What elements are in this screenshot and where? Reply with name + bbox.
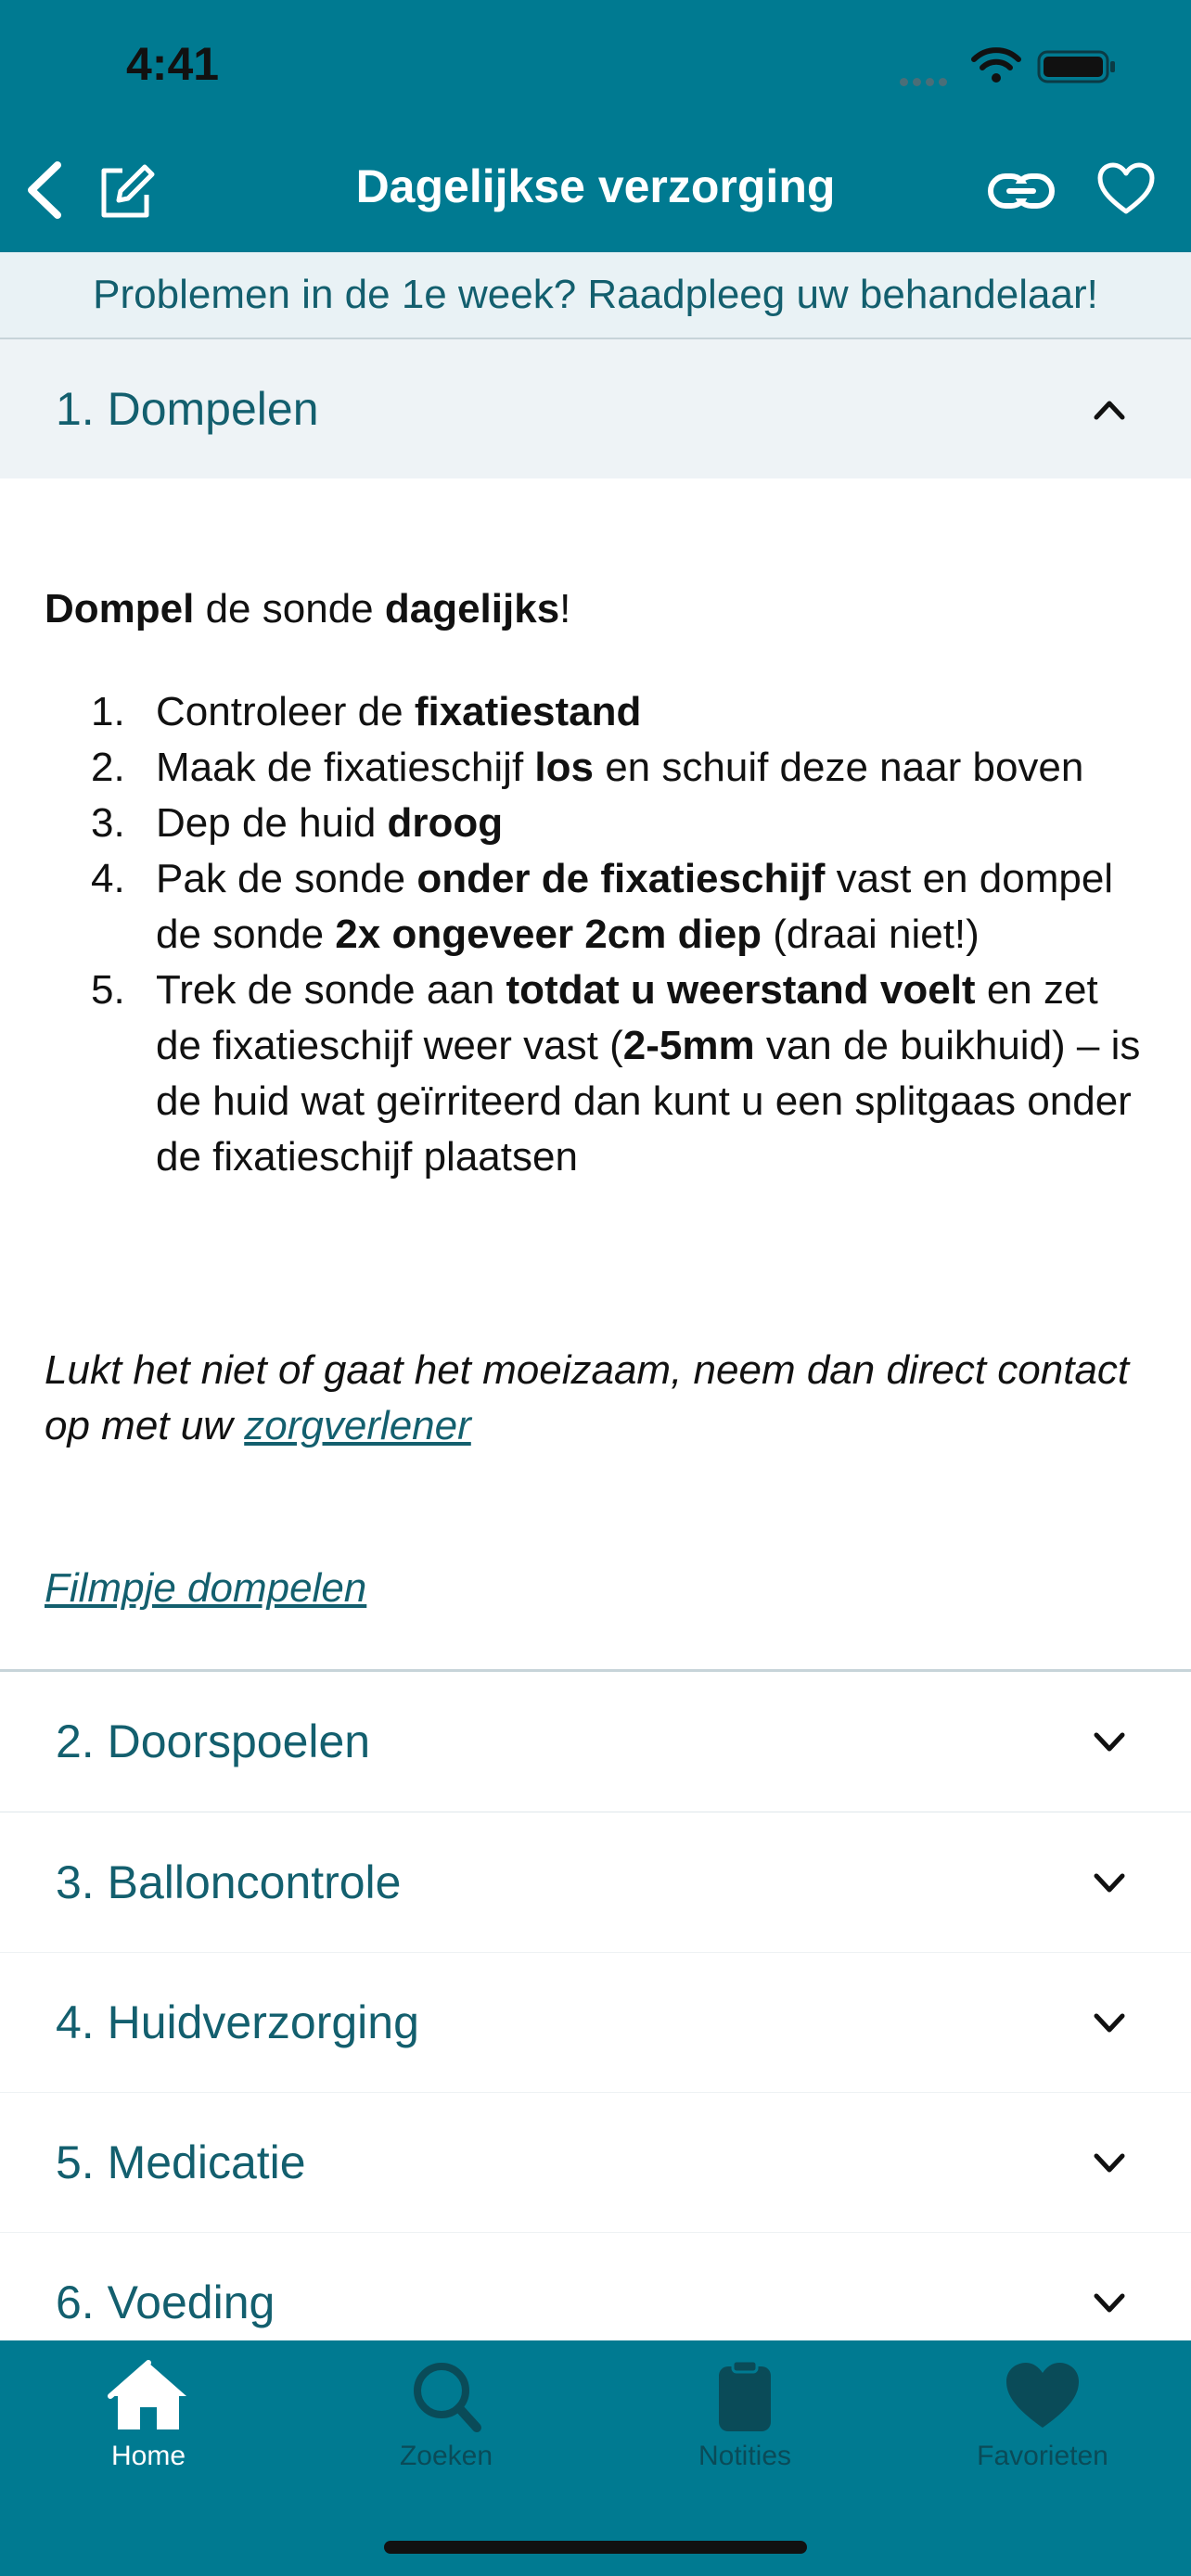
tab-search[interactable]: Zoeken [344, 2359, 548, 2498]
step-number: 2. [91, 745, 125, 790]
bold-text: droog [387, 800, 504, 846]
cellular-signal-icon [900, 74, 957, 86]
tab-label: Favorieten [977, 2441, 1108, 2471]
bold-text: dagelijks [384, 586, 560, 631]
tab-label: Zoeken [399, 2441, 493, 2471]
text: en schuif deze naar boven [593, 745, 1084, 790]
text: de sonde [194, 586, 385, 631]
step-number: 5. [91, 967, 125, 1013]
text: Maak de fixatieschijf [156, 745, 535, 790]
bold-text: 2-5mm [622, 1023, 755, 1068]
search-icon [414, 2363, 481, 2432]
text: (draai niet!) [762, 912, 980, 957]
share-link-button[interactable] [987, 165, 1056, 217]
text: Dep de huid [156, 800, 388, 846]
text: ! [559, 586, 571, 631]
step-number: 3. [91, 800, 125, 846]
accordion-title: 3. Balloncontrole [56, 1856, 402, 1908]
video-link[interactable]: Filmpje dompelen [45, 1565, 366, 1612]
steps-list: 1. Controleer de fixatiestand 2. Maak de fi… [45, 684, 1148, 1185]
chevron-down-icon [1094, 2153, 1125, 2173]
chevron-down-icon [1094, 2293, 1125, 2313]
accordion-item-huidverzorging[interactable]: 4. Huidverzorging [0, 1953, 1191, 2094]
status-time: 4:41 [126, 38, 220, 90]
home-indicator [384, 2541, 807, 2554]
step-item: 4. Pak de sonde onder de fixatieschijf va… [45, 851, 1148, 963]
accordion-item-doorspoelen[interactable]: 2. Doorspoelen [0, 1672, 1191, 1813]
accordion-title: 4. Huidverzorging [56, 1996, 419, 2048]
bold-text: totdat u weerstand voelt [506, 967, 976, 1013]
step-number: 4. [91, 856, 125, 901]
step-item: 1. Controleer de fixatiestand [45, 684, 1148, 740]
tab-notes[interactable]: Notities [643, 2359, 847, 2498]
accordion-title: 1. Dompelen [56, 383, 319, 435]
home-icon [108, 2360, 186, 2429]
step-item: 5. Trek de sonde aan totdat u weerstand v… [45, 963, 1148, 1185]
battery-icon [1037, 50, 1115, 83]
step-number: 1. [91, 689, 125, 734]
accordion-title: 2. Doorspoelen [56, 1715, 371, 1767]
step-item: 2. Maak de fixatieschijf los en schuif de… [45, 740, 1148, 796]
tab-label: Notities [698, 2441, 792, 2471]
heart-icon [1006, 2363, 1079, 2428]
warning-banner: Problemen in de 1e week? Raadpleeg uw be… [0, 252, 1191, 340]
bold-text: fixatiestand [414, 689, 642, 734]
contact-note: Lukt het niet of gaat het moeizaam, neem… [45, 1343, 1148, 1454]
bold-text: 2x ongeveer 2cm diep [335, 912, 762, 957]
tab-label: Home [110, 2441, 186, 2471]
note-text: Lukt het niet of gaat het moeizaam, neem… [45, 1347, 1130, 1448]
intro-text: Dompel de sonde dagelijks! [45, 586, 570, 632]
accordion-item-medicatie[interactable]: 5. Medicatie [0, 2093, 1191, 2234]
chevron-down-icon [1094, 1873, 1125, 1893]
chevron-up-icon [1094, 401, 1125, 420]
bold-text: los [534, 745, 594, 790]
bold-text: onder de fixatieschijf [416, 856, 826, 901]
wifi-icon [971, 47, 1021, 83]
chevron-down-icon [1094, 1732, 1125, 1752]
accordion-header-dompelen[interactable]: 1. Dompelen [0, 339, 1191, 478]
tab-home[interactable]: Home [46, 2359, 250, 2498]
chevron-down-icon [1094, 2013, 1125, 2033]
step-item: 3. Dep de huid droog [45, 796, 1148, 851]
favorite-button[interactable] [1096, 161, 1156, 217]
accordion-item-balloncontrole[interactable]: 3. Balloncontrole [0, 1813, 1191, 1954]
tab-favorites[interactable]: Favorieten [941, 2359, 1145, 2498]
accordion-title: 5. Medicatie [56, 2136, 306, 2188]
clipboard-icon [719, 2359, 771, 2431]
accordion-title: 6. Voeding [56, 2276, 275, 2328]
text: Pak de sonde [156, 856, 417, 901]
top-bar: 4:41 Dagelijkse verzorging [0, 0, 1191, 252]
care-provider-link[interactable]: zorgverlener [244, 1403, 471, 1448]
bold-text: Dompel [45, 586, 195, 631]
text: Controleer de [156, 689, 415, 734]
text: Trek de sonde aan [156, 967, 506, 1013]
